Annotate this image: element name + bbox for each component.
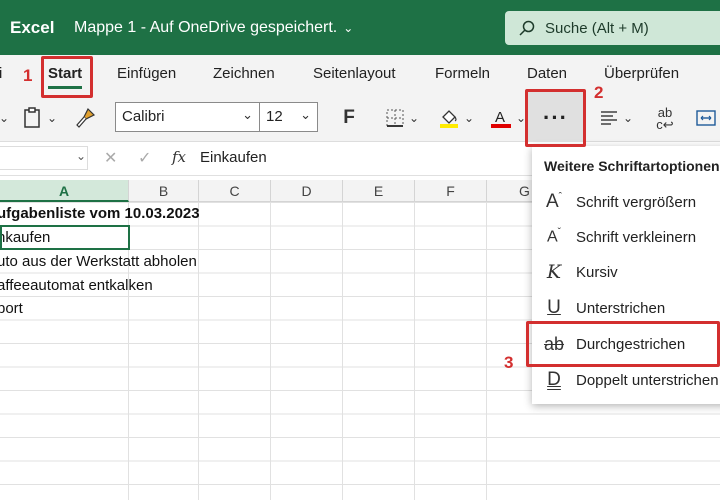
check-icon[interactable]: ✓ [138,148,151,168]
insert-function-button[interactable]: fx [172,148,186,166]
chevron-down-icon: ⌄ [622,111,634,125]
font-shrink-icon: Aˇ [546,227,561,246]
cancel-icon[interactable]: ✕ [104,148,117,168]
menu-item-schrift-vergroessern[interactable]: Aˆ Schrift vergrößern [532,184,720,220]
tab-zeichnen[interactable]: Zeichnen [213,65,275,82]
format-painter-icon [76,107,96,128]
column-header-d[interactable]: D [271,180,343,202]
chevron-down-icon: ⌄ [343,21,354,35]
column-header-e[interactable]: E [343,180,415,202]
font-size-select[interactable]: 12 ⌄ [260,102,318,132]
column-header-c[interactable]: C [199,180,271,202]
menu-item-schrift-verkleinern[interactable]: Aˇ Schrift verkleinern [532,219,720,255]
annotation-number-3: 3 [504,353,514,372]
active-cell-border [0,225,130,250]
tab-formeln[interactable]: Formeln [435,65,490,82]
menu-item-label: Schrift vergrößern [576,193,697,211]
grid-line [414,202,415,500]
cell-a1[interactable]: ufgabenliste vom 10.03.2023 [0,205,200,222]
font-grow-icon: Aˆ [545,191,563,212]
paste-button[interactable]: ⌄ [18,104,62,132]
tab-partial[interactable]: i [0,65,2,82]
cell-a3[interactable]: uto aus der Werkstatt abholen [0,253,197,270]
column-header-b[interactable]: B [129,180,199,202]
clipboard-icon [24,107,40,128]
formula-input[interactable]: Einkaufen [200,149,267,166]
format-painter-button[interactable] [72,104,98,132]
toolbar-partial-chevron[interactable]: ⌄ [0,108,10,128]
chevron-down-icon: ⌄ [408,111,420,125]
font-name-value: Calibri [122,108,165,125]
column-header-a[interactable]: A [0,180,129,202]
annotation-box-2 [525,89,586,147]
fill-color-icon [439,110,458,128]
column-header-f[interactable]: F [415,180,487,202]
tab-ueberpruefen[interactable]: Überprüfen [604,65,679,82]
italic-icon: K [546,261,562,283]
borders-icon [386,109,404,127]
font-size-value: 12 [266,108,283,125]
chevron-down-icon: ⌄ [463,111,475,125]
name-box[interactable] [0,146,88,170]
document-title[interactable]: Mappe 1 - Auf OneDrive gespeichert. ⌄ [74,19,353,37]
annotation-number-1: 1 [23,66,33,85]
underline-icon: U [547,297,561,318]
chevron-down-icon: ⌄ [242,107,253,122]
annotation-number-2: 2 [594,83,604,102]
document-title-text: Mappe 1 - Auf OneDrive gespeichert. [74,19,338,36]
wrap-text-icon-bottom: c↩ [656,117,674,132]
tab-seitenlayout[interactable]: Seitenlayout [313,65,396,82]
font-color-icon: A [490,109,511,128]
app-name: Excel [10,18,55,37]
annotation-box-3 [526,321,720,367]
cell-a5[interactable]: port [0,300,23,317]
menu-item-kursiv[interactable]: K Kursiv [532,254,720,290]
font-color-button[interactable]: A ⌄ [488,104,528,132]
double-underline-icon: D [547,369,561,390]
fill-color-button[interactable]: ⌄ [434,104,478,132]
grid-line [342,202,343,500]
ribbon-tabs: i Start Einfügen Zeichnen Seitenlayout F… [0,55,720,95]
borders-button[interactable]: ⌄ [380,104,424,132]
wrap-text-button[interactable]: ab c↩ [652,104,678,134]
merge-button[interactable] [694,104,718,132]
font-name-select[interactable]: Calibri ⌄ [115,102,260,132]
title-bar: Excel Mappe 1 - Auf OneDrive gespeichert… [0,0,720,55]
bold-button[interactable]: F [337,104,361,132]
menu-item-label: Kursiv [576,263,618,281]
align-button[interactable]: ⌄ [596,104,636,132]
menu-item-label: Unterstrichen [576,299,666,317]
cell-a4[interactable]: affeeautomat entkalken [0,277,153,294]
chevron-down-icon: ⌄ [46,111,58,125]
merge-cells-icon [696,110,716,126]
tab-einfuegen[interactable]: Einfügen [117,65,176,82]
tab-daten[interactable]: Daten [527,65,567,82]
grid-line [198,202,199,500]
annotation-box-1 [41,56,93,98]
menu-item-label: Doppelt unterstrichen [576,371,719,389]
menu-item-doppelt-unterstrichen[interactable]: D Doppelt unterstrichen [532,362,720,398]
menu-item-label: Schrift verkleinern [576,228,697,246]
svg-text:A: A [495,109,505,126]
search-placeholder: Suche (Alt + M) [545,19,649,37]
align-left-icon [600,111,617,125]
chevron-down-icon[interactable]: ⌄ [76,149,86,163]
menu-title: Weitere Schriftartoptionen [544,158,720,174]
chevron-down-icon: ⌄ [300,107,311,122]
search-box[interactable]: Suche (Alt + M) [505,11,720,45]
grid-line [270,202,271,500]
grid-line [486,202,487,500]
chevron-down-icon: ⌄ [0,111,10,125]
search-icon [519,20,535,36]
